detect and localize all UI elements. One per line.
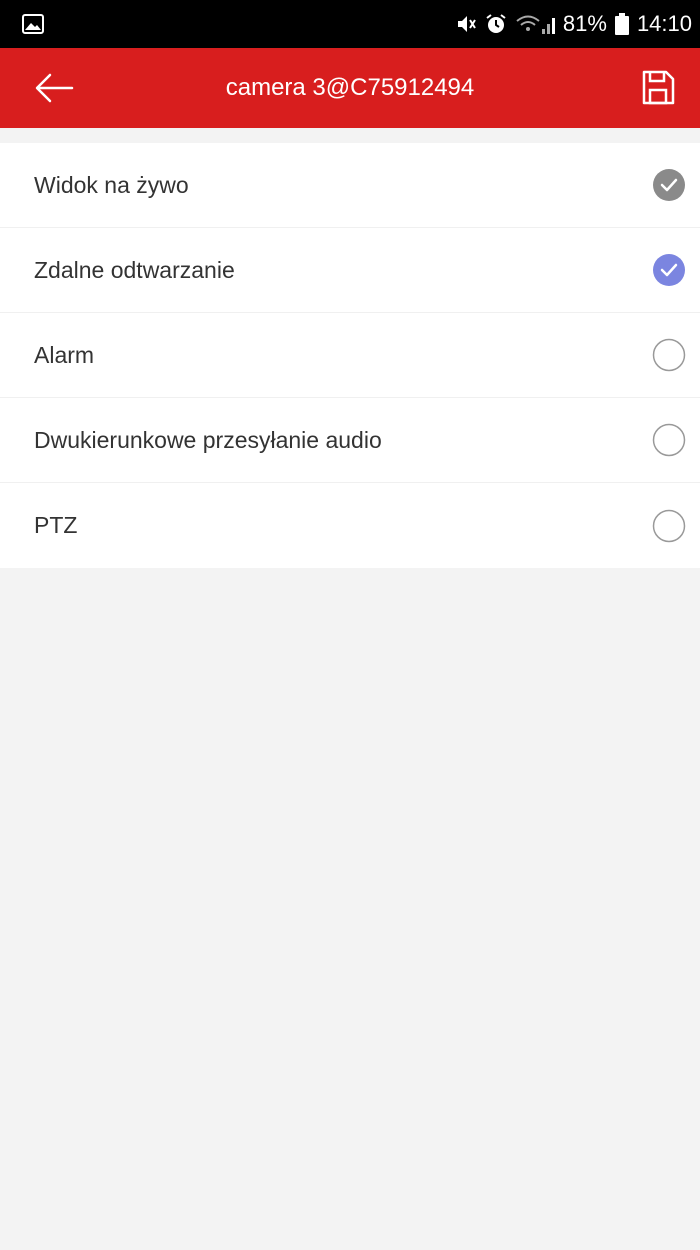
permission-label: Zdalne odtwarzanie xyxy=(34,256,235,283)
permission-label: Alarm xyxy=(34,341,95,368)
page-title: camera 3@C75912494 xyxy=(225,74,475,101)
permission-row-live-view[interactable]: Widok na żywo xyxy=(0,143,700,228)
permission-label: PTZ xyxy=(34,512,78,538)
battery-percent: 81% xyxy=(562,11,607,36)
save-floppy-icon[interactable] xyxy=(641,70,675,106)
permission-row-remote-playback[interactable]: Zdalne odtwarzanie xyxy=(0,228,700,313)
permission-row-two-way-audio[interactable]: Dwukierunkowe przesyłanie audio xyxy=(0,398,700,483)
permission-list: Widok na żywo Zdalne odtwarzanie Alarm D… xyxy=(0,143,700,568)
wifi-signal-icon xyxy=(516,15,555,34)
mute-icon xyxy=(457,16,476,32)
permission-row-ptz[interactable]: PTZ xyxy=(0,483,700,568)
status-bar: 81% 14:10 xyxy=(0,0,700,48)
unchecked-circle-icon[interactable] xyxy=(652,509,686,543)
permission-label: Dwukierunkowe przesyłanie audio xyxy=(34,426,382,453)
checked-icon[interactable] xyxy=(652,253,686,287)
checked-disabled-icon[interactable] xyxy=(652,168,686,202)
clock: 14:10 xyxy=(636,11,692,36)
arrow-left-icon[interactable] xyxy=(34,68,74,108)
battery-icon xyxy=(614,13,629,35)
alarm-clock-icon xyxy=(486,14,506,33)
app-bar: camera 3@C75912494 xyxy=(0,48,700,128)
permission-row-alarm[interactable]: Alarm xyxy=(0,313,700,398)
gallery-notification-icon xyxy=(22,14,44,34)
unchecked-circle-icon[interactable] xyxy=(652,423,686,457)
permission-label: Widok na żywo xyxy=(34,171,189,198)
unchecked-circle-icon[interactable] xyxy=(652,338,686,372)
